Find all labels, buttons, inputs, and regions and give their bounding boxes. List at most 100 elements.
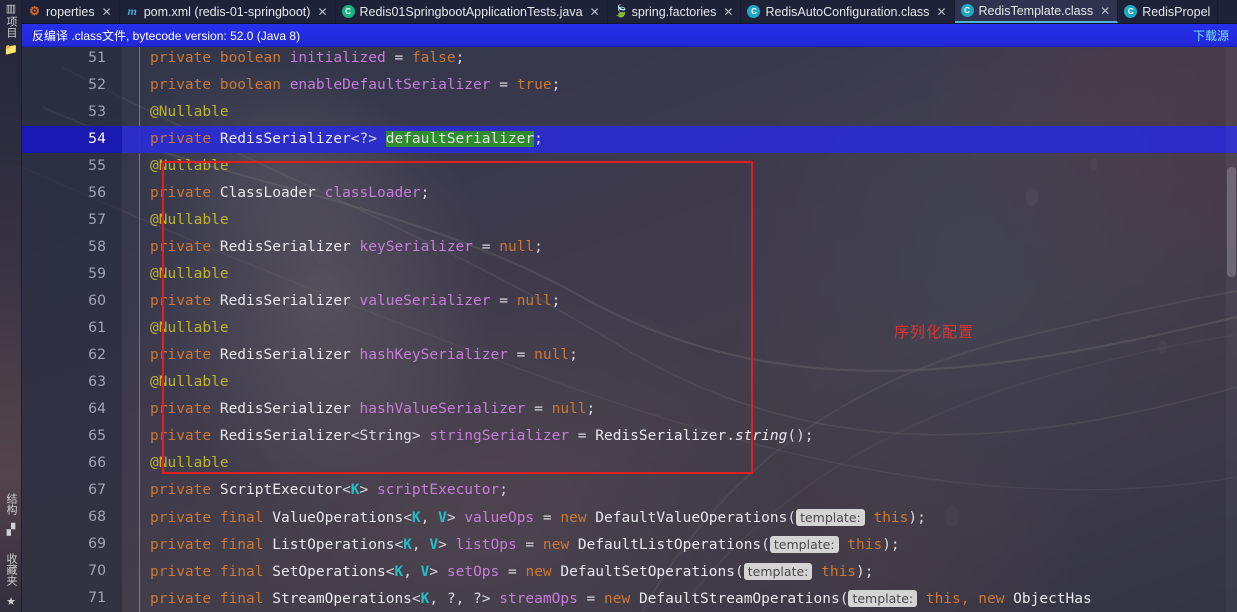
line-number: 55 bbox=[88, 158, 106, 174]
code-line-58[interactable]: 58 private RedisSerializer keySerializer … bbox=[22, 234, 1237, 261]
editor-tab-1[interactable]: m pom.xml (redis-01-springboot) ✕ bbox=[119, 0, 336, 23]
sidebar-item-structure[interactable]: 结构 bbox=[0, 487, 21, 521]
editor-tab-3[interactable]: 🍃 spring.factories ✕ bbox=[607, 0, 742, 23]
code-line-text: @Nullable bbox=[150, 207, 229, 234]
folder-icon: 📁 bbox=[4, 43, 18, 56]
decompiled-class-banner: 反编译 .class文件, bytecode version: 52.0 (Ja… bbox=[22, 24, 1237, 47]
close-icon[interactable]: ✕ bbox=[317, 5, 327, 19]
code-token-meth: string bbox=[734, 428, 788, 444]
editor-tab-4[interactable]: C RedisAutoConfiguration.class ✕ bbox=[741, 0, 955, 23]
vertical-scrollbar-thumb[interactable] bbox=[1227, 167, 1236, 277]
editor-tab-label: Redis01SpringbootApplicationTests.java bbox=[359, 4, 583, 19]
code-token-punc: < bbox=[394, 537, 404, 553]
code-line-text: private final StreamOperations<K, ?, ?> … bbox=[150, 585, 1092, 612]
code-line-66[interactable]: 66 @Nullable bbox=[22, 450, 1237, 477]
code-token-kw: null bbox=[551, 401, 587, 417]
code-token-kw: this bbox=[847, 537, 883, 553]
editor-tab-6[interactable]: C RedisPropel bbox=[1118, 0, 1219, 23]
class-file-icon: C bbox=[1124, 5, 1138, 18]
line-number: 65 bbox=[88, 428, 106, 444]
code-line-68[interactable]: 68 private final ValueOperations<K, V> va… bbox=[22, 504, 1237, 531]
code-token-punc bbox=[812, 564, 821, 580]
code-token-type: DefaultListOperations bbox=[577, 537, 762, 553]
close-icon[interactable]: ✕ bbox=[102, 5, 112, 19]
code-token-type: RedisSerializer bbox=[219, 428, 351, 444]
code-token-kw: null bbox=[534, 347, 570, 363]
code-token-punc: ; bbox=[551, 77, 561, 93]
code-line-54[interactable]: 54 private RedisSerializer<?> defaultSeri… bbox=[22, 126, 1237, 153]
structure-icon: ▞ bbox=[6, 523, 16, 536]
code-line-70[interactable]: 70 private final SetOperations<K, V> setO… bbox=[22, 558, 1237, 585]
line-number: 59 bbox=[88, 266, 106, 282]
code-line-53[interactable]: 53 @Nullable bbox=[22, 99, 1237, 126]
favorites-tool-window-icon[interactable]: ★ bbox=[0, 594, 21, 610]
code-line-text: private ClassLoader classLoader; bbox=[150, 180, 429, 207]
sidebar-item-favorites[interactable]: 收藏夹 bbox=[0, 545, 21, 593]
code-token-type: RedisSerializer bbox=[219, 347, 360, 363]
code-token-kw: final bbox=[219, 537, 273, 553]
code-line-59[interactable]: 59 @Nullable bbox=[22, 261, 1237, 288]
close-icon[interactable]: ✕ bbox=[936, 5, 946, 19]
code-token-kw: private bbox=[150, 537, 220, 553]
close-icon[interactable]: ✕ bbox=[1100, 4, 1110, 18]
code-line-52[interactable]: 52 private boolean enableDefaultSerialize… bbox=[22, 72, 1237, 99]
code-token-punc: < bbox=[403, 510, 412, 526]
editor-tab-5[interactable]: C RedisTemplate.class ✕ bbox=[954, 0, 1119, 23]
code-token-fld: hashValueSerializer bbox=[359, 401, 526, 417]
editor-tab-0[interactable]: ⚙ roperties ✕ bbox=[22, 0, 120, 23]
structure-label: 结构 bbox=[5, 493, 17, 515]
code-token-type: DefaultValueOperations bbox=[595, 510, 788, 526]
decompile-notice-text: 反编译 .class文件, bytecode version: 52.0 (Ja… bbox=[32, 28, 301, 43]
sidebar-item-project[interactable]: 项目 bbox=[0, 14, 21, 40]
code-line-62[interactable]: 62 private RedisSerializer hashKeySeriali… bbox=[22, 342, 1237, 369]
code-token-punc: ); bbox=[908, 510, 926, 526]
code-token-punc: < bbox=[342, 482, 351, 498]
code-line-60[interactable]: 60 private RedisSerializer valueSerialize… bbox=[22, 288, 1237, 315]
code-line-51[interactable]: 51 private boolean initialized = false; bbox=[22, 47, 1237, 72]
code-line-67[interactable]: 67 private ScriptExecutor<K> scriptExecut… bbox=[22, 477, 1237, 504]
code-token-punc: = bbox=[490, 293, 517, 309]
vertical-scrollbar[interactable] bbox=[1226, 47, 1237, 612]
code-token-punc: = bbox=[490, 77, 517, 93]
code-token-punc: . bbox=[726, 428, 735, 444]
code-line-text: @Nullable bbox=[150, 450, 229, 477]
code-line-65[interactable]: 65 private RedisSerializer<String> string… bbox=[22, 423, 1237, 450]
code-token-anno: @Nullable bbox=[150, 212, 229, 228]
code-line-71[interactable]: 71 private final StreamOperations<K, ?, ?… bbox=[22, 585, 1237, 612]
code-token-punc: > bbox=[438, 537, 456, 553]
code-token-anno: @Nullable bbox=[150, 104, 229, 120]
close-icon[interactable]: ✕ bbox=[590, 5, 600, 19]
code-line-61[interactable]: 61 @Nullable bbox=[22, 315, 1237, 342]
code-line-text: private final ListOperations<K, V> listO… bbox=[150, 531, 900, 558]
code-line-57[interactable]: 57 @Nullable bbox=[22, 207, 1237, 234]
line-number: 68 bbox=[88, 509, 106, 525]
folder-tool-window-icon[interactable]: 📁 bbox=[0, 42, 21, 58]
code-token-punc bbox=[839, 537, 848, 553]
code-line-56[interactable]: 56 private ClassLoader classLoader; bbox=[22, 180, 1237, 207]
structure-tool-window-icon[interactable]: ▞ bbox=[0, 523, 21, 537]
code-line-64[interactable]: 64 private RedisSerializer hashValueSeria… bbox=[22, 396, 1237, 423]
star-icon: ★ bbox=[6, 595, 16, 608]
code-editor[interactable]: 51 private boolean initialized = false; 52… bbox=[22, 47, 1237, 612]
download-sources-link[interactable]: 下载源 bbox=[1193, 27, 1229, 44]
code-token-kw: null bbox=[499, 239, 535, 255]
code-token-type: ListOperations bbox=[272, 537, 395, 553]
code-token-punc: ); bbox=[856, 564, 874, 580]
code-lines-container[interactable]: 51 private boolean initialized = false; 52… bbox=[22, 47, 1237, 612]
code-token-hint: template: bbox=[796, 509, 865, 526]
code-line-text: private RedisSerializer keySerializer = … bbox=[150, 234, 543, 261]
code-token-fld: setOps bbox=[446, 564, 500, 580]
annotation-label: 序列化配置 bbox=[894, 324, 975, 341]
code-line-63[interactable]: 63 @Nullable bbox=[22, 369, 1237, 396]
close-icon[interactable]: ✕ bbox=[723, 5, 733, 19]
editor-tab-2[interactable]: C Redis01SpringbootApplicationTests.java ✕ bbox=[335, 0, 608, 23]
code-token-kw: private bbox=[150, 510, 220, 526]
code-token-punc: = bbox=[473, 239, 500, 255]
code-token-kw: new bbox=[542, 537, 578, 553]
editor-tab-label: RedisTemplate.class bbox=[978, 3, 1094, 18]
code-line-55[interactable]: 55 @Nullable bbox=[22, 153, 1237, 180]
code-token-type: ObjectHas bbox=[1013, 591, 1092, 607]
line-number: 56 bbox=[88, 185, 106, 201]
code-line-69[interactable]: 69 private final ListOperations<K, V> lis… bbox=[22, 531, 1237, 558]
code-token-punc: (); bbox=[787, 428, 814, 444]
